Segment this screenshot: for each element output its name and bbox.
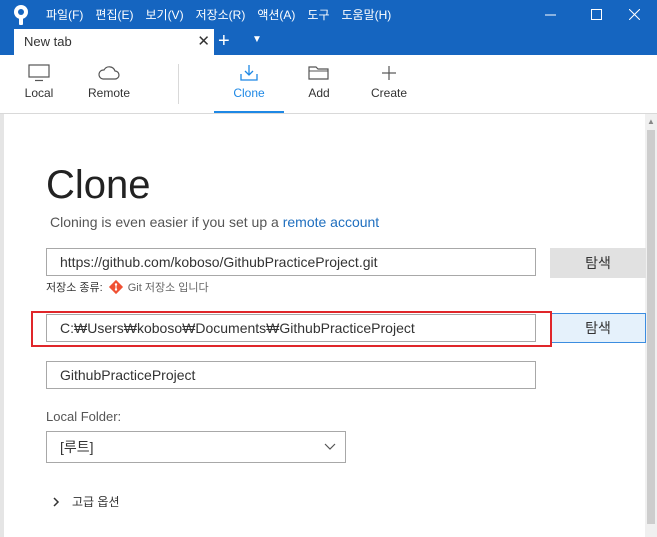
repository-name-input[interactable]: GithubPracticeProject bbox=[46, 361, 536, 389]
clone-label: Clone bbox=[233, 86, 265, 100]
maximize-icon bbox=[590, 9, 602, 20]
create-button[interactable]: Create bbox=[366, 55, 412, 113]
minimize-button[interactable] bbox=[527, 0, 573, 29]
sourcetree-logo-icon bbox=[14, 5, 28, 25]
active-tab-indicator bbox=[214, 111, 284, 113]
vertical-scrollbar[interactable]: ▲ bbox=[645, 114, 657, 537]
title-bar: 파일(F) 편집(E) 보기(V) 저장소(R) 액션(A) 도구 도움말(H) bbox=[0, 0, 657, 29]
cloud-icon bbox=[98, 66, 120, 80]
tab-bar: New tab ✕ + ▼ bbox=[0, 29, 657, 55]
tab-new-tab[interactable]: New tab ✕ bbox=[14, 29, 214, 55]
scroll-up-arrow-icon[interactable]: ▲ bbox=[647, 117, 655, 126]
scrollbar-thumb[interactable] bbox=[647, 130, 655, 524]
menu-file[interactable]: 파일(F) bbox=[46, 6, 83, 23]
create-label: Create bbox=[370, 86, 408, 100]
repo-type-label: 저장소 종류: bbox=[46, 282, 103, 294]
local-label: Local bbox=[24, 86, 54, 100]
remote-account-link[interactable]: remote account bbox=[283, 214, 380, 230]
remote-label: Remote bbox=[87, 86, 131, 100]
close-window-button[interactable] bbox=[611, 0, 657, 29]
highlight-annotation-box bbox=[31, 311, 552, 347]
new-tab-plus-icon[interactable]: + bbox=[218, 30, 230, 52]
add-button[interactable]: Add bbox=[302, 55, 336, 113]
repo-type-value: Git 저장소 입니다 bbox=[127, 282, 209, 294]
chevron-right-icon bbox=[53, 496, 60, 507]
download-icon bbox=[240, 65, 258, 81]
menu-repository[interactable]: 저장소(R) bbox=[196, 6, 246, 23]
advanced-options-label: 고급 옵션 bbox=[72, 495, 120, 509]
toolbar-divider bbox=[178, 64, 179, 104]
page-title: Clone bbox=[46, 163, 151, 207]
source-browse-button[interactable]: 탐색 bbox=[550, 248, 646, 278]
menu-bar: 파일(F) 편집(E) 보기(V) 저장소(R) 액션(A) 도구 도움말(H) bbox=[46, 6, 403, 23]
local-folder-value: [루트] bbox=[60, 439, 94, 455]
minimize-icon bbox=[544, 14, 556, 16]
plus-icon bbox=[382, 66, 396, 80]
folder-icon bbox=[308, 66, 329, 80]
subtitle-text: Cloning is even easier if you set up a bbox=[50, 214, 279, 230]
clone-button[interactable]: Clone bbox=[214, 55, 284, 113]
tab-close-icon[interactable]: ✕ bbox=[197, 32, 210, 50]
add-label: Add bbox=[308, 86, 330, 100]
advanced-options-toggle[interactable]: 고급 옵션 bbox=[52, 493, 120, 510]
local-folder-select[interactable]: [루트] bbox=[46, 431, 346, 463]
menu-edit[interactable]: 편집(E) bbox=[95, 6, 133, 23]
remote-button[interactable]: Remote bbox=[84, 55, 134, 113]
monitor-icon bbox=[28, 64, 50, 82]
menu-tools[interactable]: 도구 bbox=[307, 6, 329, 23]
local-button[interactable]: Local bbox=[18, 55, 60, 113]
local-folder-label: Local Folder: bbox=[46, 409, 122, 424]
toolbar: Local Remote Clone Add Create bbox=[0, 55, 657, 114]
tab-menu-chevron-icon[interactable]: ▼ bbox=[252, 34, 262, 45]
page-subtitle: Cloning is even easier if you set up a r… bbox=[50, 214, 379, 230]
destination-browse-button[interactable]: 탐색 bbox=[550, 313, 646, 343]
menu-help[interactable]: 도움말(H) bbox=[342, 6, 392, 23]
git-icon bbox=[108, 279, 123, 295]
repo-type-row: 저장소 종류: Git 저장소 입니다 bbox=[46, 279, 209, 295]
menu-actions[interactable]: 액션(A) bbox=[257, 6, 295, 23]
tab-label: New tab bbox=[24, 34, 72, 49]
close-icon bbox=[628, 9, 640, 20]
chevron-down-icon bbox=[324, 443, 336, 450]
left-border bbox=[0, 114, 4, 537]
menu-view[interactable]: 보기(V) bbox=[145, 6, 183, 23]
source-url-input[interactable]: https://github.com/koboso/GithubPractice… bbox=[46, 248, 536, 276]
